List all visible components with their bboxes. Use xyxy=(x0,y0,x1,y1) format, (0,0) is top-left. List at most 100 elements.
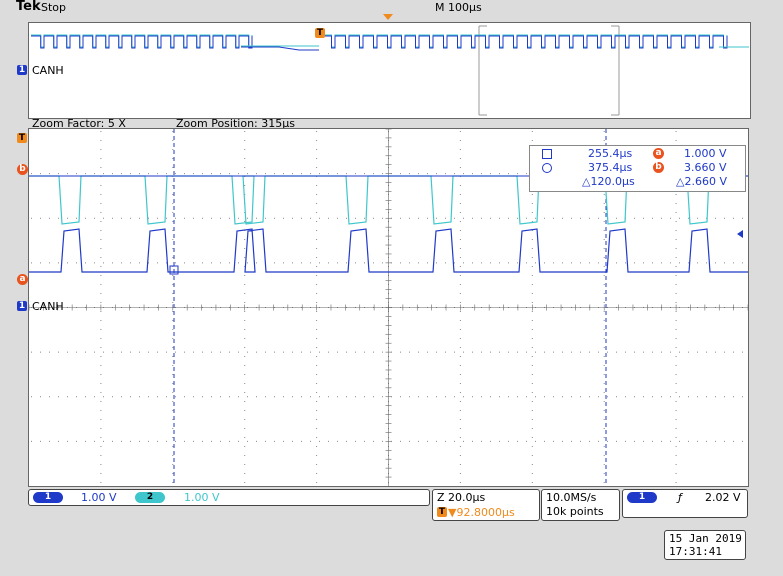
grid-dot xyxy=(112,262,113,264)
grid-dot xyxy=(409,351,410,353)
grid-dot xyxy=(603,212,605,213)
grid-dot xyxy=(679,217,680,219)
grid-dot xyxy=(459,419,461,420)
grid-dot xyxy=(316,311,318,312)
grid-dot xyxy=(526,351,527,353)
zoom-timebase-box[interactable]: Z 20.0µs T ▼92.8000µs xyxy=(432,489,540,521)
grid-dot xyxy=(436,351,437,353)
grid-dot xyxy=(316,365,318,366)
grid-dot xyxy=(508,351,509,353)
grid-dot xyxy=(490,217,491,219)
grid-dot xyxy=(490,262,491,264)
grid-dot xyxy=(100,293,102,294)
grid-dot xyxy=(675,275,677,276)
grid-dot xyxy=(139,173,140,175)
grid-dot xyxy=(244,374,246,375)
grid-dot xyxy=(100,302,102,303)
grid-dot xyxy=(58,440,59,442)
grid-dot xyxy=(112,440,113,442)
grid-dot xyxy=(459,230,461,231)
grid-dot xyxy=(603,365,605,366)
grid-dot xyxy=(100,221,102,222)
grid-dot xyxy=(603,356,605,357)
grid-dot xyxy=(603,347,605,348)
trigger-level: 2.02 V xyxy=(705,491,741,504)
grid-dot xyxy=(172,482,174,483)
grid-dot xyxy=(316,383,318,384)
grid-dot xyxy=(553,262,554,264)
grid-dot xyxy=(589,217,590,219)
ch2-offset-arrow-icon xyxy=(737,230,743,238)
grid-dot xyxy=(603,464,605,465)
grid-dot xyxy=(364,440,365,442)
grid-dot xyxy=(355,173,356,175)
overview-waveform-panel[interactable] xyxy=(28,22,751,119)
grid-dot xyxy=(256,173,257,175)
grid-dot xyxy=(670,396,671,398)
grid-dot xyxy=(517,440,518,442)
grid-dot xyxy=(316,446,318,447)
grid-dot xyxy=(427,217,428,219)
cursor-b-marker-icon[interactable]: b xyxy=(17,164,28,175)
grid-dot xyxy=(553,217,554,219)
grid-dot xyxy=(85,440,86,442)
grid-dot xyxy=(319,396,320,398)
grid-dot xyxy=(562,217,563,219)
grid-dot xyxy=(244,140,246,141)
grid-dot xyxy=(643,217,644,219)
timebase-readout: M 100µs xyxy=(435,1,482,14)
grid-dot xyxy=(100,311,102,312)
grid-dot xyxy=(310,396,311,398)
grid-dot xyxy=(526,217,527,219)
grid-dot xyxy=(603,329,605,330)
grid-dot xyxy=(94,440,95,442)
grid-dot xyxy=(175,440,176,442)
grid-dot xyxy=(616,351,617,353)
grid-dot xyxy=(172,149,174,150)
grid-dot xyxy=(310,217,311,219)
grid-dot xyxy=(100,149,102,150)
grid-dot xyxy=(364,217,365,219)
grid-dot xyxy=(603,419,605,420)
grid-dot xyxy=(355,262,356,264)
grid-dot xyxy=(562,351,563,353)
grid-dot xyxy=(100,401,102,402)
grid-dot xyxy=(643,440,644,442)
grid-dot xyxy=(247,440,248,442)
ch1-scale: 1.00 V xyxy=(81,491,117,504)
grid-dot xyxy=(247,262,248,264)
grid-dot xyxy=(616,217,617,219)
grid-dot xyxy=(265,396,266,398)
grid-dot xyxy=(742,396,743,398)
channel-scale-box[interactable]: 1 1.00 V 2 1.00 V xyxy=(28,489,430,506)
acquisition-box[interactable]: 10.0MS/s 10k points xyxy=(541,489,620,521)
grid-dot xyxy=(679,396,680,398)
grid-dot xyxy=(244,185,246,186)
grid-dot xyxy=(589,396,590,398)
grid-dot xyxy=(316,329,318,330)
grid-dot xyxy=(148,351,149,353)
grid-dot xyxy=(316,428,318,429)
grid-dot xyxy=(715,217,716,219)
grid-dot xyxy=(76,396,77,398)
grid-dot xyxy=(625,351,626,353)
grid-dot xyxy=(499,217,500,219)
grid-dot xyxy=(172,203,174,204)
grid-dot xyxy=(316,239,318,240)
grid-dot xyxy=(157,173,158,175)
grid-dot xyxy=(166,217,167,219)
trigger-settings-box[interactable]: 1 ƒ 2.02 V xyxy=(622,489,748,518)
grid-dot xyxy=(244,329,246,330)
grid-dot xyxy=(301,440,302,442)
grid-dot xyxy=(346,396,347,398)
grid-dot xyxy=(319,173,320,175)
grid-dot xyxy=(706,262,707,264)
grid-dot xyxy=(603,446,605,447)
cursor-delta-voltage: △2.660 V xyxy=(676,175,727,188)
grid-dot xyxy=(31,262,32,264)
datetime-box: 15 Jan 2019 17:31:41 xyxy=(664,530,746,560)
cursor-a-marker-icon[interactable]: a xyxy=(17,274,28,285)
grid-dot xyxy=(316,248,318,249)
grid-dot xyxy=(531,374,533,375)
grid-dot xyxy=(157,217,158,219)
